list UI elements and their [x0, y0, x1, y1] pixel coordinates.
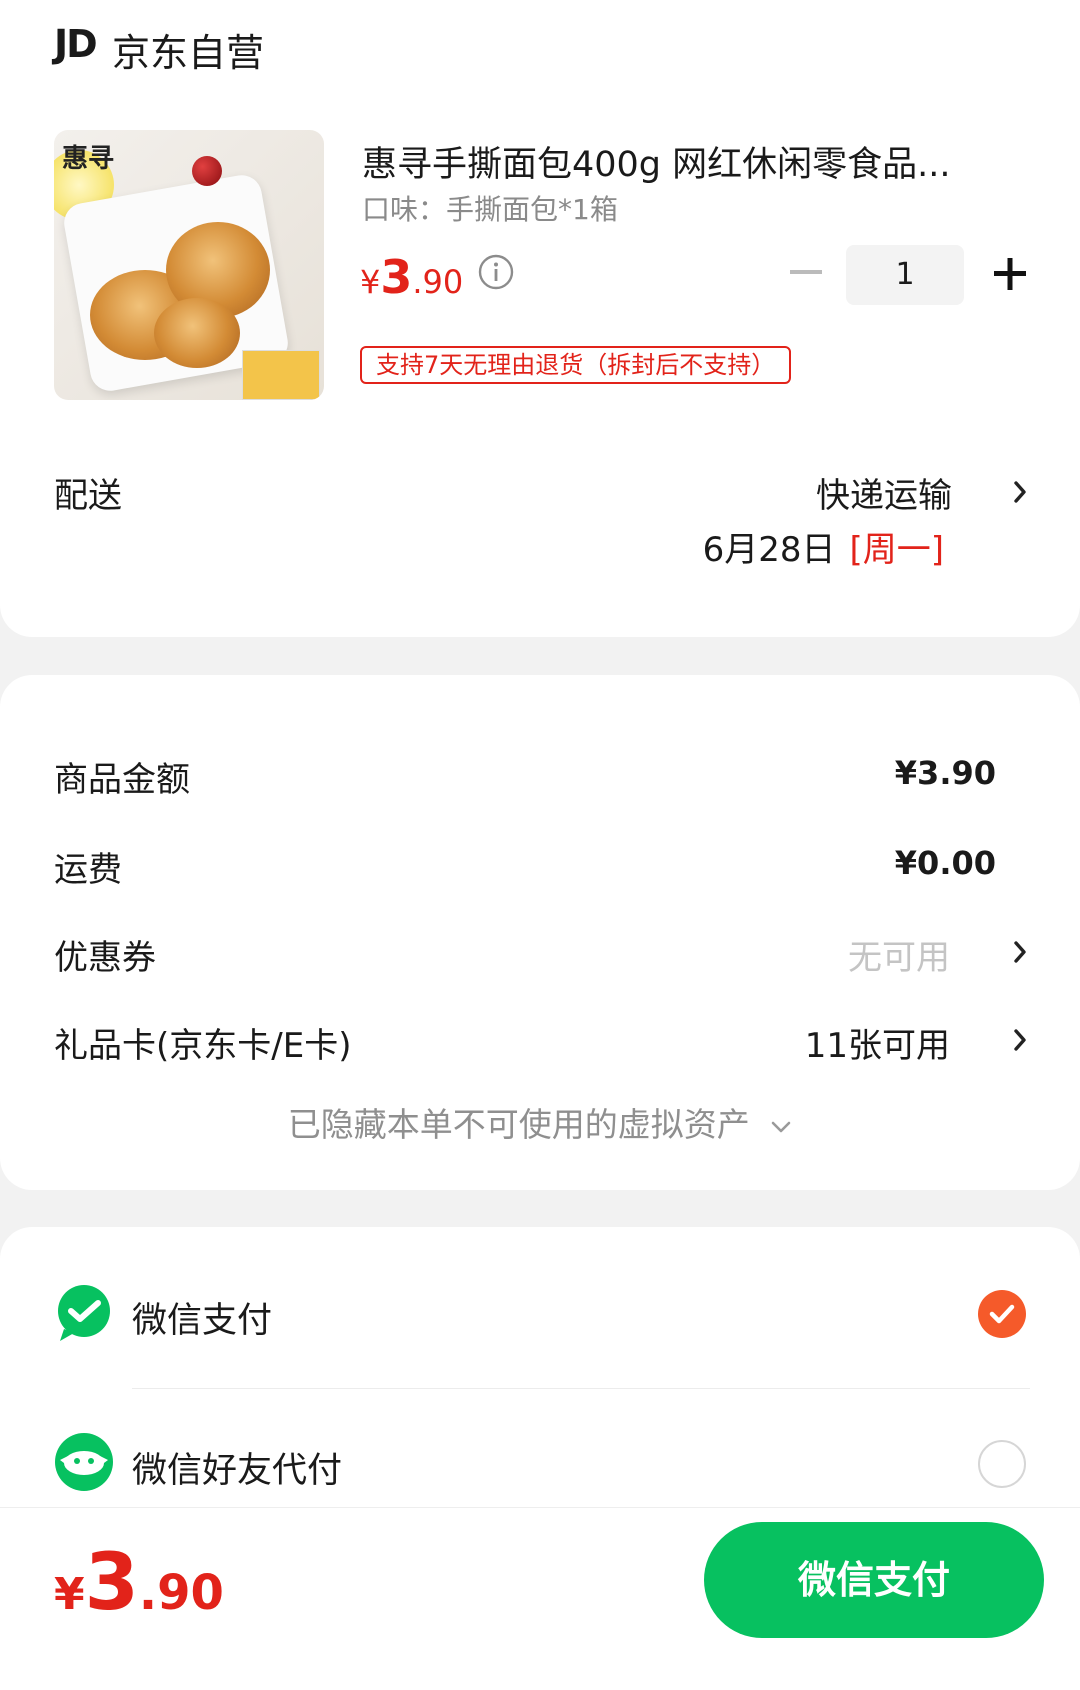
chevron-down-icon	[771, 1121, 791, 1132]
product-image[interactable]: 惠寻	[54, 130, 324, 400]
goods-amount-value: ¥3.90	[894, 754, 996, 792]
delivery-label: 配送	[54, 476, 122, 516]
product-spec[interactable]: 口味：手撕面包*1箱	[362, 188, 618, 228]
delivery-date[interactable]: 6月28日 [周一]	[703, 522, 944, 571]
goods-amount-label: 商品金额	[54, 760, 190, 800]
price-integer: 3	[380, 250, 413, 304]
coupon-label[interactable]: 优惠券	[54, 930, 156, 979]
total-decimal: .90	[138, 1565, 224, 1621]
price-decimal: .90	[412, 263, 464, 301]
payment-radio-selected[interactable]	[978, 1290, 1026, 1338]
giftcard-value[interactable]: 11张可用	[805, 1018, 950, 1067]
info-icon[interactable]	[478, 254, 514, 290]
shipping-label: 运费	[54, 850, 122, 890]
hidden-assets-text: 已隐藏本单不可使用的虚拟资产	[287, 1105, 750, 1144]
cherry-decoration	[192, 156, 222, 186]
delivery-date-text: 6月28日	[702, 530, 836, 570]
order-total: ¥3.90	[54, 1538, 224, 1628]
product-price: ¥3.90	[360, 250, 463, 304]
giftcard-label[interactable]: 礼品卡(京东卡/E卡)	[54, 1018, 351, 1067]
wechat-pay-button[interactable]: 微信支付	[704, 1522, 1044, 1638]
wechat-pay-icon	[58, 1285, 110, 1341]
package-box-decoration	[242, 350, 320, 400]
coupon-value[interactable]: 无可用	[848, 930, 950, 979]
payment-label-wechat-pay: 微信支付	[132, 1301, 273, 1341]
store-name[interactable]: 京东自营	[112, 22, 264, 77]
wechat-friend-pay-icon	[55, 1433, 113, 1491]
check-icon	[989, 1304, 1015, 1324]
shipping-value: ¥0.00	[894, 844, 996, 882]
chevron-right-icon[interactable]	[1012, 938, 1028, 966]
chevron-right-icon[interactable]	[1012, 1026, 1028, 1054]
quantity-input[interactable]: 1	[846, 245, 964, 305]
payment-radio-unselected[interactable]	[978, 1440, 1026, 1488]
price-currency: ¥	[360, 263, 381, 301]
image-brand-mark: 惠寻	[62, 144, 115, 174]
jd-logo: JD	[54, 22, 98, 66]
product-title[interactable]: 惠寻手撕面包400g 网红休闲零食品...	[362, 136, 1002, 187]
total-currency: ¥	[54, 1569, 85, 1620]
delivery-method[interactable]: 快递运输	[816, 468, 952, 517]
minus-icon	[790, 270, 822, 274]
return-policy-badge: 支持7天无理由退货（拆封后不支持）	[360, 346, 792, 384]
bread-decoration	[154, 298, 240, 368]
chevron-right-icon[interactable]	[1012, 478, 1028, 506]
increase-quantity-button[interactable]	[990, 252, 1030, 296]
delivery-weekday: [周一]	[849, 530, 944, 570]
total-integer: 3	[84, 1538, 139, 1628]
hidden-assets-toggle[interactable]: 已隐藏本单不可使用的虚拟资产	[0, 1098, 1080, 1146]
payment-divider	[132, 1388, 1030, 1389]
payment-label-friend-pay: 微信好友代付	[132, 1451, 343, 1491]
